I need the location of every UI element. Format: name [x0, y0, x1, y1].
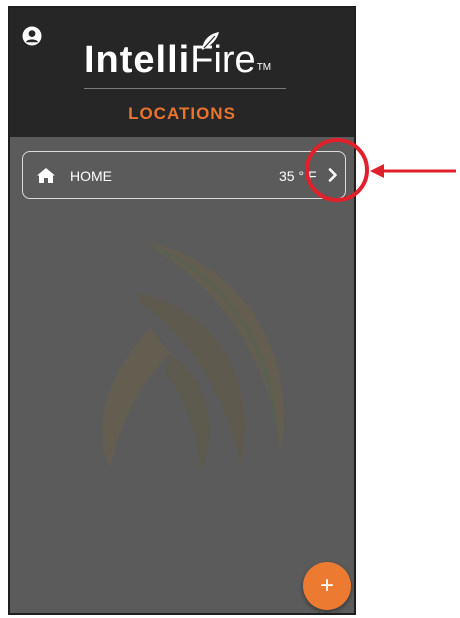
annotation-circle [305, 138, 369, 202]
add-location-button[interactable]: + [303, 562, 351, 610]
app-screen: IntelliFireTM LOCATIONS HOME 35 ° F + [8, 6, 356, 615]
leaf-icon [202, 32, 219, 50]
home-icon [37, 168, 55, 183]
location-name: HOME [70, 168, 112, 184]
app-header: IntelliFireTM LOCATIONS [10, 8, 354, 137]
location-card-home[interactable]: HOME 35 ° F [22, 151, 346, 199]
annotation-arrow-icon [370, 164, 456, 178]
header-divider [84, 88, 286, 89]
user-icon[interactable] [22, 26, 42, 46]
intellifire-logo: IntelliFireTM [84, 39, 272, 81]
page-title: LOCATIONS [128, 104, 236, 123]
flame-watermark-icon [102, 243, 284, 471]
